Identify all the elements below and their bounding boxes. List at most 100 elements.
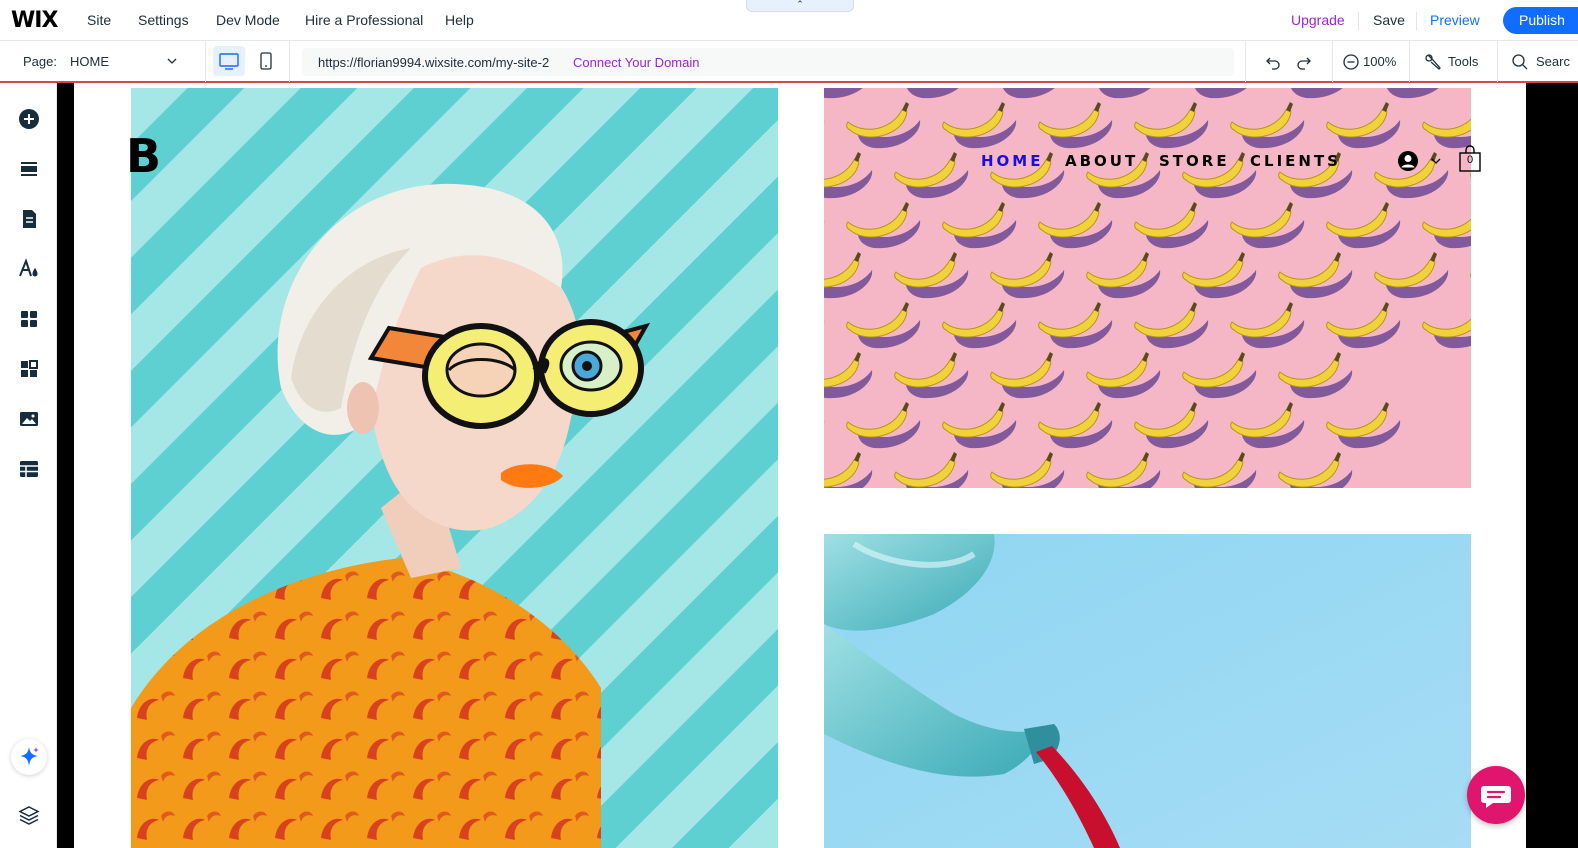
sections-icon[interactable] <box>17 157 41 181</box>
user-avatar-icon[interactable] <box>1397 150 1419 172</box>
banana <box>1134 202 1209 249</box>
nav-clients[interactable]: CLIENTS <box>1250 152 1341 170</box>
cms-icon[interactable] <box>17 457 41 481</box>
banana <box>1422 118 1471 149</box>
publish-button[interactable]: Publish <box>1503 7 1578 34</box>
menu-hire-professional[interactable]: Hire a Professional <box>305 12 423 28</box>
banana <box>942 402 1017 449</box>
ai-assistant-button[interactable] <box>11 739 47 775</box>
teapot-pouring-image[interactable] <box>824 534 1471 848</box>
banana <box>1230 302 1305 349</box>
divider <box>205 41 206 82</box>
mobile-icon <box>260 52 272 70</box>
banana <box>1278 252 1353 299</box>
divider <box>1332 41 1333 82</box>
mobile-view-button[interactable] <box>255 46 277 76</box>
redo-icon[interactable] <box>1295 53 1313 71</box>
banana <box>1386 88 1439 99</box>
banana <box>1278 452 1353 488</box>
banana <box>894 152 969 199</box>
chevron-down-icon[interactable] <box>166 55 178 67</box>
banana <box>1326 202 1401 249</box>
banana <box>1002 88 1055 99</box>
wix-logo[interactable]: WIX <box>11 8 58 33</box>
woman-with-glasses-image[interactable] <box>131 88 778 848</box>
divider <box>289 41 290 82</box>
banana <box>894 452 969 488</box>
search-icon[interactable] <box>1511 53 1529 71</box>
desktop-view-button[interactable] <box>213 46 245 76</box>
apps-icon[interactable] <box>17 307 41 331</box>
banana <box>824 152 873 199</box>
banana-illustration <box>824 88 1471 488</box>
preview-button[interactable]: Preview <box>1430 12 1480 28</box>
undo-icon[interactable] <box>1264 53 1282 71</box>
zoom-level[interactable]: 100% <box>1363 54 1396 69</box>
banana <box>1038 402 1113 449</box>
canvas-gutter <box>1526 83 1578 848</box>
nav-store[interactable]: STORE <box>1159 152 1230 170</box>
editor-canvas[interactable]: B HOME ABOUT STORE CLIENTS 0 <box>57 83 1578 848</box>
banana <box>1182 452 1257 488</box>
upgrade-link[interactable]: Upgrade <box>1291 12 1345 28</box>
editor-top-bar: WIX Site Settings Dev Mode Hire a Profes… <box>0 0 1578 41</box>
banana <box>1326 102 1401 149</box>
banana <box>846 302 921 349</box>
cart-button[interactable]: 0 <box>1458 145 1482 172</box>
banana <box>1038 102 1113 149</box>
search-button[interactable]: Searc <box>1536 54 1570 69</box>
banana <box>846 102 921 149</box>
site-url: https://florian9994.wixsite.com/my-site-… <box>318 55 550 70</box>
tools-icon[interactable] <box>1424 53 1442 71</box>
banana <box>1038 302 1113 349</box>
page-selector[interactable]: HOME <box>70 54 109 69</box>
divider <box>1358 12 1359 30</box>
media-icon[interactable] <box>17 407 41 431</box>
divider <box>1245 41 1246 82</box>
banana <box>1230 402 1305 449</box>
banana <box>824 88 863 99</box>
banana <box>1422 318 1471 349</box>
add-ons-icon[interactable] <box>17 357 41 381</box>
banana <box>906 88 959 99</box>
banana <box>1182 252 1257 299</box>
banana <box>1290 88 1343 99</box>
site-page[interactable]: B HOME ABOUT STORE CLIENTS 0 <box>74 83 1526 848</box>
menu-help[interactable]: Help <box>445 12 474 28</box>
woman-illustration <box>131 88 778 848</box>
banana <box>824 452 873 488</box>
banana <box>1098 88 1151 99</box>
menu-settings[interactable]: Settings <box>138 12 189 28</box>
menu-site[interactable]: Site <box>87 12 111 28</box>
layers-icon[interactable] <box>17 803 41 827</box>
banana <box>1086 352 1161 399</box>
nav-home[interactable]: HOME <box>981 152 1043 170</box>
save-button[interactable]: Save <box>1373 12 1405 28</box>
left-toolbar <box>0 83 57 848</box>
chat-button[interactable] <box>1467 766 1525 824</box>
tools-button[interactable]: Tools <box>1448 54 1478 69</box>
divider <box>1497 41 1498 82</box>
page-label: Page: <box>23 54 57 69</box>
collapse-toolbar-button[interactable]: ⌃ <box>746 0 854 12</box>
pages-icon[interactable] <box>17 207 41 231</box>
site-design-icon[interactable] <box>17 257 41 281</box>
chevron-down-icon[interactable] <box>1431 156 1441 166</box>
banana <box>1086 452 1161 488</box>
banana <box>894 252 969 299</box>
site-logo[interactable]: B <box>126 133 161 179</box>
zoom-out-icon[interactable] <box>1342 53 1360 71</box>
banana <box>1194 88 1247 99</box>
banana <box>942 202 1017 249</box>
bananas-pattern-image[interactable] <box>824 88 1471 488</box>
site-url-bar[interactable]: https://florian9994.wixsite.com/my-site-… <box>302 48 1234 76</box>
banana <box>942 102 1017 149</box>
banana <box>990 452 1065 488</box>
add-elements-icon[interactable] <box>17 107 41 131</box>
nav-about[interactable]: ABOUT <box>1065 152 1138 170</box>
banana <box>942 302 1017 349</box>
connect-domain-link[interactable]: Connect Your Domain <box>573 55 699 70</box>
menu-dev-mode[interactable]: Dev Mode <box>216 12 280 28</box>
banana <box>990 352 1065 399</box>
banana <box>1374 252 1449 299</box>
